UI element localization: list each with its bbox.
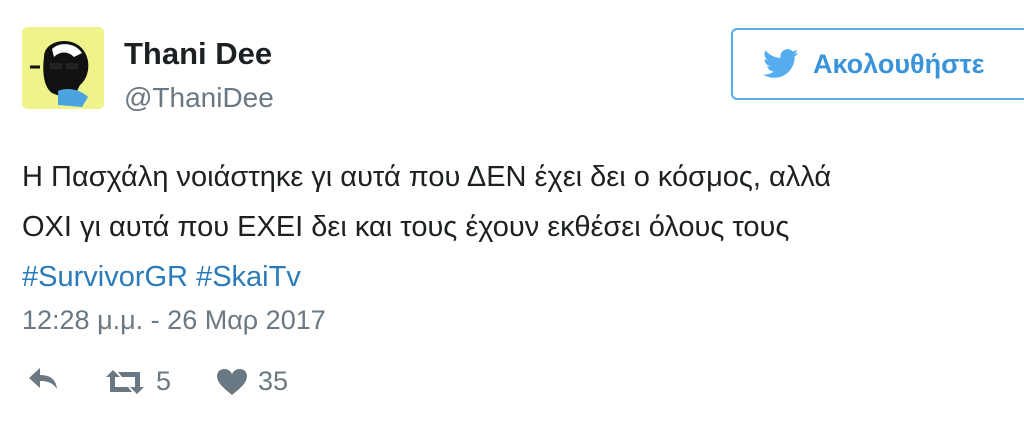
author-handle[interactable]: @ThaniDee <box>124 82 274 114</box>
like-button[interactable]: 35 <box>216 366 288 397</box>
like-count: 35 <box>258 366 289 396</box>
twitter-bird-icon <box>763 49 799 78</box>
avatar[interactable] <box>22 27 104 109</box>
tweet-text: Η Πασχάλη νοιάστηκε γι αυτά που ΔΕΝ έχει… <box>22 152 1024 302</box>
follow-button[interactable]: Ακολουθήστε <box>731 28 1024 100</box>
retweet-button[interactable]: 5 <box>104 366 171 397</box>
reply-button[interactable] <box>26 366 60 392</box>
tweet-text-line: ΟΧΙ γι αυτά που ΕΧΕΙ δει και τους έχουν … <box>22 211 790 243</box>
tweet-timestamp[interactable]: 12:28 μ.μ. - 26 Μαρ 2017 <box>22 305 326 336</box>
follow-button-label: Ακολουθήστε <box>813 48 985 79</box>
hashtag-link-skaitv[interactable]: #SkaiTv <box>196 261 301 293</box>
heart-icon <box>217 368 247 395</box>
reply-icon <box>29 368 57 389</box>
avatar-illustration <box>22 27 104 109</box>
retweet-count: 5 <box>156 366 172 396</box>
embedded-tweet: Thani Dee @ThaniDee Ακολουθήστε Η Πασχάλ… <box>0 0 1024 439</box>
author-name[interactable]: Thani Dee <box>124 36 272 72</box>
retweet-icon <box>106 369 144 394</box>
tweet-text-line: Η Πασχάλη νοιάστηκε γι αυτά που ΔΕΝ έχει… <box>22 161 832 193</box>
hashtag-link-survivorgr[interactable]: #SurvivorGR <box>22 261 188 293</box>
hashtag-line: #SurvivorGR #SkaiTv <box>22 252 1024 302</box>
